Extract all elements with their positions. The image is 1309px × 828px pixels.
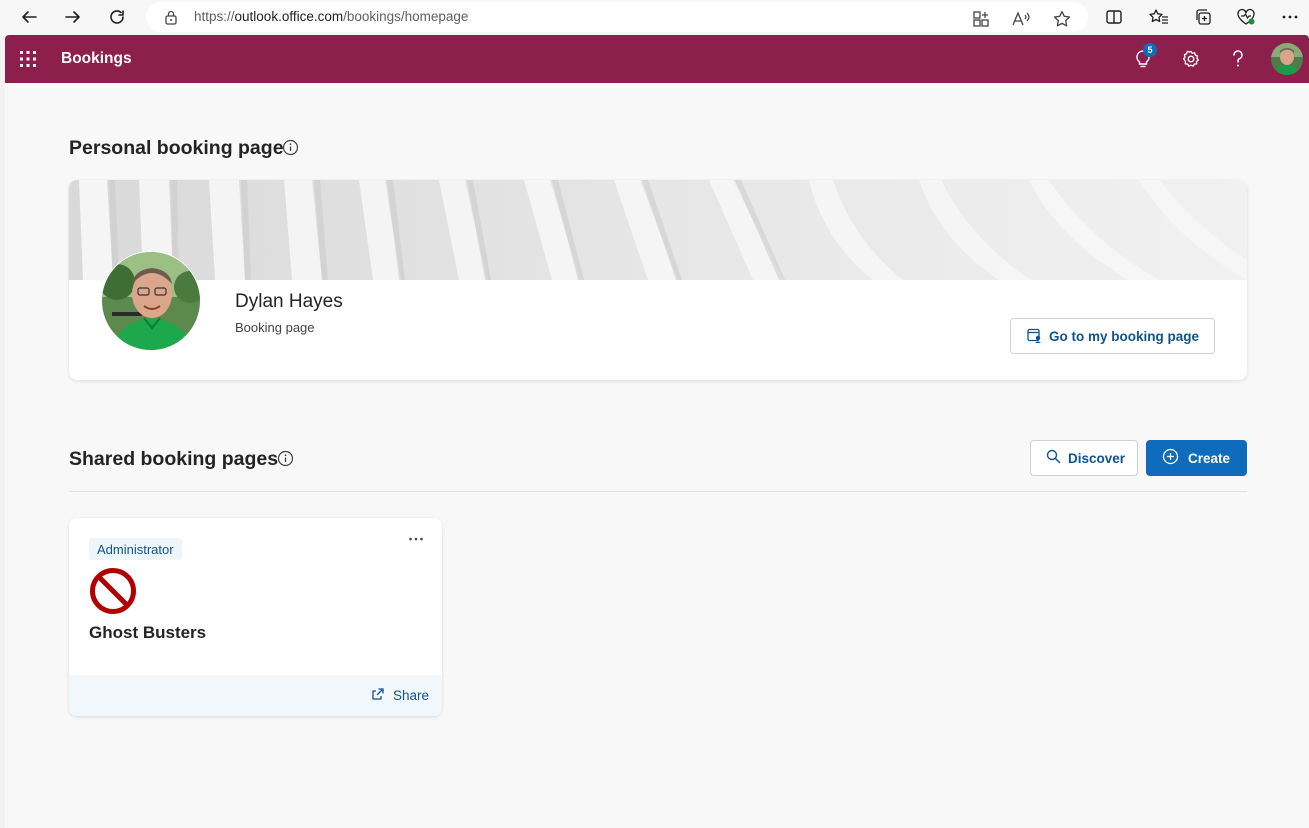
- personal-booking-card: Dylan Hayes Booking page Go to my bookin…: [69, 180, 1247, 380]
- favorite-star-icon[interactable]: [1049, 7, 1075, 31]
- lock-icon[interactable]: [164, 9, 178, 30]
- profile-photo: [101, 251, 201, 351]
- add-circle-icon: [1162, 448, 1179, 468]
- info-icon[interactable]: [282, 139, 299, 156]
- search-icon: [1046, 449, 1061, 467]
- shared-section-title: Shared booking pages: [69, 448, 279, 470]
- app-available-icon[interactable]: [968, 7, 994, 31]
- banner-image: [69, 180, 1247, 280]
- create-button[interactable]: Create: [1146, 440, 1247, 476]
- window-edge: [0, 35, 5, 828]
- read-aloud-icon[interactable]: [1008, 7, 1034, 31]
- personal-section-title: Personal booking page: [69, 137, 284, 159]
- user-avatar[interactable]: [1271, 43, 1303, 75]
- go-to-booking-page-label: Go to my booking page: [1049, 328, 1200, 344]
- profile-name: Dylan Hayes: [235, 291, 343, 312]
- refresh-icon[interactable]: [103, 4, 131, 30]
- create-label: Create: [1188, 450, 1231, 466]
- more-actions-icon[interactable]: [405, 530, 427, 548]
- booking-page-title[interactable]: Ghost Busters: [89, 623, 206, 643]
- more-options-icon[interactable]: [1277, 5, 1303, 29]
- calendar-person-icon: [1026, 327, 1042, 346]
- share-label: Share: [392, 688, 429, 703]
- info-icon[interactable]: [277, 450, 294, 467]
- discover-button[interactable]: Discover: [1030, 440, 1138, 476]
- back-icon[interactable]: [15, 4, 43, 30]
- profile-subtitle: Booking page: [235, 320, 315, 335]
- browser-essentials-icon[interactable]: [1233, 5, 1259, 29]
- go-to-booking-page-button[interactable]: Go to my booking page: [1010, 318, 1215, 354]
- app-launcher-icon[interactable]: [18, 49, 38, 69]
- app-title[interactable]: Bookings: [61, 50, 132, 68]
- shared-booking-card[interactable]: Administrator Ghost Busters Share: [69, 518, 442, 716]
- settings-gear-icon[interactable]: [1177, 45, 1205, 73]
- app-header: Bookings: [5, 35, 1309, 83]
- help-question-icon[interactable]: [1224, 45, 1252, 73]
- collections-icon[interactable]: [1190, 5, 1216, 29]
- url-host: outlook.office.com: [234, 9, 344, 24]
- discover-label: Discover: [1068, 450, 1126, 466]
- split-screen-icon[interactable]: [1101, 5, 1127, 29]
- section-divider: [69, 491, 1247, 492]
- address-bar[interactable]: https://outlook.office.com/bookings/home…: [146, 2, 1088, 32]
- forward-icon[interactable]: [59, 4, 87, 30]
- share-button[interactable]: Share: [371, 686, 429, 705]
- role-badge: Administrator: [89, 538, 182, 560]
- url-path: /bookings/homepage: [343, 9, 469, 24]
- url-prefix: https://: [194, 9, 235, 24]
- browser-toolbar: https://outlook.office.com/bookings/home…: [0, 0, 1309, 35]
- url-text: https://outlook.office.com/bookings/home…: [194, 9, 468, 24]
- prohibited-logo-icon: [89, 567, 137, 615]
- notification-badge: 5: [1143, 43, 1157, 57]
- share-icon: [371, 686, 387, 705]
- favorites-icon[interactable]: [1146, 5, 1172, 29]
- card-footer: Share: [69, 675, 442, 716]
